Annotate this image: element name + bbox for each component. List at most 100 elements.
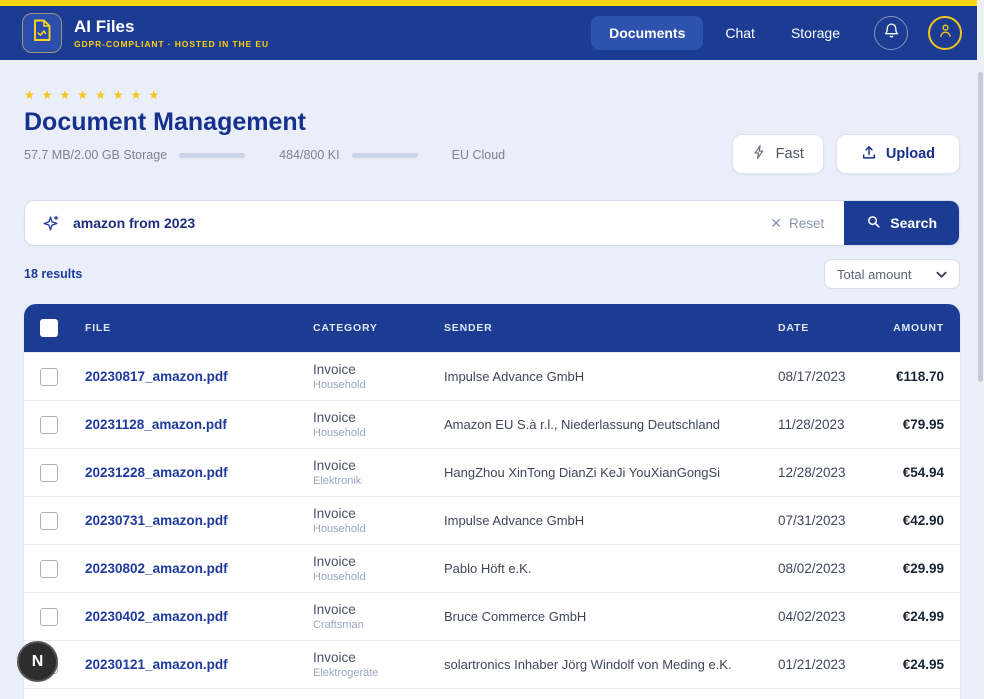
amount-cell: €118.70 (895, 369, 944, 384)
column-header-category[interactable]: CATEGORY (313, 322, 444, 334)
brand-text: AI Files GDPR-COMPLIANT · HOSTED IN THE … (74, 17, 269, 50)
sender-cell: Impulse Advance GmbH (444, 513, 585, 528)
date-cell: 08/02/2023 (778, 561, 846, 576)
sender-cell: Impulse Advance GmbH (444, 369, 585, 384)
user-icon (937, 22, 954, 44)
storage-label: 57.7 MB/2.00 GB Storage (24, 148, 168, 162)
row-checkbox[interactable] (40, 463, 58, 482)
notifications-button[interactable] (874, 16, 908, 50)
sort-dropdown[interactable]: Total amount (824, 259, 960, 289)
table-row[interactable]: 20230121_amazon.pdf Invoice Elektrogerät… (24, 640, 960, 688)
date-cell: 07/31/2023 (778, 513, 846, 528)
nav-item-chat[interactable]: Chat (711, 16, 769, 50)
category-sub: Household (313, 379, 366, 391)
sender-cell: Pablo Höft e.K. (444, 561, 532, 576)
table-row[interactable]: 20230826_amazon.pdf Invoice Household NE… (24, 688, 960, 699)
file-link[interactable]: 20231128_amazon.pdf (85, 417, 313, 432)
upload-button-label: Upload (885, 146, 935, 162)
category-main: Invoice (313, 506, 356, 521)
ki-progress-bar (351, 152, 418, 158)
table-row[interactable]: 20231128_amazon.pdf Invoice Household Am… (24, 400, 960, 448)
page-actions: Fast Upload (731, 134, 960, 174)
page-scrollbar[interactable] (977, 0, 984, 699)
date-cell: 11/28/2023 (778, 417, 845, 432)
scrollbar-thumb[interactable] (978, 72, 983, 382)
floating-n-button[interactable]: N (17, 641, 58, 682)
nav-item-storage[interactable]: Storage (777, 16, 854, 50)
file-link[interactable]: 20230121_amazon.pdf (85, 657, 313, 672)
category-cell: Invoice Household (313, 410, 444, 439)
row-checkbox[interactable] (40, 415, 58, 434)
bell-icon (883, 22, 900, 44)
sort-dropdown-value: Total amount (837, 266, 912, 282)
table-row[interactable]: 20230402_amazon.pdf Invoice Craftsman Br… (24, 592, 960, 640)
star-icon: ★ (148, 88, 167, 102)
fast-button-label: Fast (775, 146, 804, 162)
cloud-label: EU Cloud (451, 148, 506, 162)
search-button[interactable]: Search (844, 201, 959, 245)
star-icon: ★ (59, 88, 78, 102)
table-row[interactable]: 20230817_amazon.pdf Invoice Household Im… (24, 352, 960, 400)
amount-cell: €79.95 (902, 417, 944, 432)
page-head: Document Management 57.7 MB/2.00 GB Stor… (24, 102, 960, 174)
search-button-label: Search (890, 215, 937, 231)
date-cell: 08/17/2023 (778, 369, 846, 384)
row-checkbox[interactable] (40, 559, 58, 578)
table-header: FILE CATEGORY SENDER DATE AMOUNT (24, 304, 960, 352)
sender-cell: Bruce Commerce GmbH (444, 609, 587, 624)
column-header-date[interactable]: DATE (778, 322, 874, 334)
date-cell: 04/02/2023 (778, 609, 846, 624)
category-main: Invoice (313, 554, 356, 569)
star-icon: ★ (77, 88, 96, 102)
search-input[interactable] (73, 215, 771, 231)
table-row[interactable]: 20231228_amazon.pdf Invoice Elektronik H… (24, 448, 960, 496)
amount-cell: €24.99 (902, 609, 944, 624)
table-row[interactable]: 20230731_amazon.pdf Invoice Household Im… (24, 496, 960, 544)
date-cell: 01/21/2023 (778, 657, 846, 672)
category-main: Invoice (313, 362, 356, 377)
category-sub: Elektrogeräte (313, 667, 379, 679)
app-logo[interactable] (22, 13, 62, 53)
category-main: Invoice (313, 650, 356, 665)
user-avatar-button[interactable] (928, 16, 962, 50)
category-cell: Invoice Elektronik (313, 458, 444, 487)
category-cell: Invoice Household (313, 554, 444, 583)
category-main: Invoice (313, 602, 356, 617)
star-icon: ★ (112, 88, 131, 102)
floating-n-label: N (31, 652, 44, 670)
amount-cell: €54.94 (902, 465, 944, 480)
nav-item-documents[interactable]: Documents (591, 16, 704, 50)
category-main: Invoice (313, 458, 356, 473)
column-header-amount[interactable]: AMOUNT (874, 322, 944, 334)
category-sub: Elektronik (313, 475, 362, 487)
category-cell: Invoice Household (313, 506, 444, 535)
select-all-checkbox[interactable] (40, 319, 58, 337)
upload-button[interactable]: Upload (835, 134, 960, 174)
category-main: Invoice (313, 410, 356, 425)
file-link[interactable]: 20230731_amazon.pdf (85, 513, 313, 528)
chevron-down-icon (936, 267, 947, 282)
file-link[interactable]: 20230817_amazon.pdf (85, 369, 313, 384)
category-sub: Household (313, 523, 366, 535)
reset-button[interactable]: ✕ Reset (770, 215, 824, 232)
category-sub: Household (313, 427, 366, 439)
amount-cell: €29.99 (902, 561, 944, 576)
row-checkbox[interactable] (40, 607, 58, 626)
amount-cell: €24.95 (902, 657, 944, 672)
lightning-icon (752, 144, 767, 164)
page-title: Document Management (24, 108, 306, 136)
row-checkbox[interactable] (40, 367, 58, 386)
close-icon: ✕ (770, 214, 783, 231)
fast-button[interactable]: Fast (731, 134, 824, 174)
row-checkbox[interactable] (40, 511, 58, 530)
file-link[interactable]: 20231228_amazon.pdf (85, 465, 313, 480)
file-link[interactable]: 20230802_amazon.pdf (85, 561, 313, 576)
category-cell: Invoice Elektrogeräte (313, 650, 444, 679)
table-row[interactable]: 20230802_amazon.pdf Invoice Household Pa… (24, 544, 960, 592)
column-header-file[interactable]: FILE (85, 322, 313, 334)
ai-sparkle-icon (41, 214, 60, 233)
file-link[interactable]: 20230402_amazon.pdf (85, 609, 313, 624)
column-header-sender[interactable]: SENDER (444, 322, 778, 334)
amount-cell: €42.90 (902, 513, 944, 528)
star-icon: ★ (24, 88, 42, 102)
